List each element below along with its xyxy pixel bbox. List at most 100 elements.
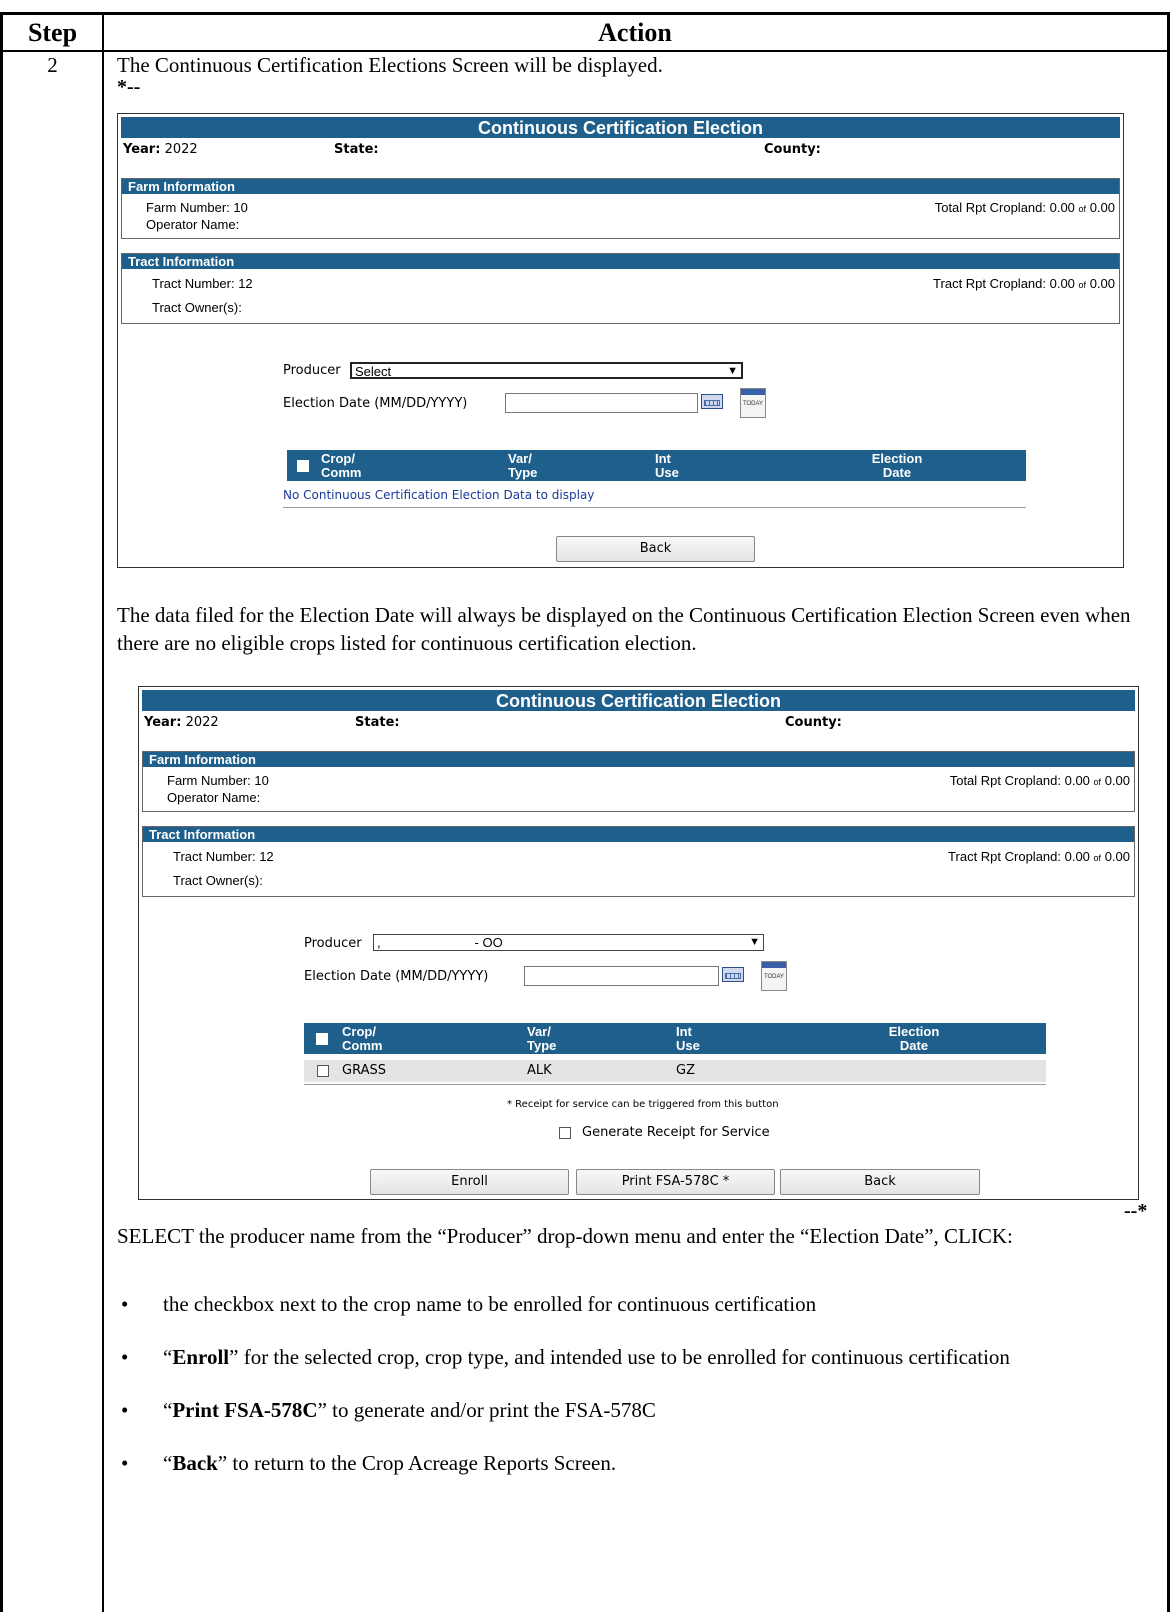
bullet-open-quote: “ xyxy=(163,1451,173,1475)
bullet-text: ” for the selected crop, crop type, and … xyxy=(229,1345,1010,1369)
bullet-enroll: “Enroll” for the selected crop, crop typ… xyxy=(117,1343,1147,1371)
operator-name: Operator Name: xyxy=(167,790,261,805)
total-rpt-cropland-total: 0.00 xyxy=(1104,773,1130,788)
generate-receipt-checkbox[interactable] xyxy=(559,1127,571,1139)
chevron-down-icon: ▼ xyxy=(749,936,760,948)
today-icon[interactable]: TODAY xyxy=(761,961,787,991)
col-date-line1: Election xyxy=(871,451,923,466)
enroll-button[interactable]: Enroll xyxy=(370,1169,569,1195)
col-var-line1: Var/ xyxy=(508,451,532,466)
grid-divider xyxy=(304,1084,1046,1085)
producer-label: Producer xyxy=(304,936,362,951)
screen-title: Continuous Certification Election xyxy=(142,690,1135,711)
tract-information-header: Tract Information xyxy=(143,827,1134,842)
bullet-print: “Print FSA-578C” to generate and/or prin… xyxy=(117,1396,1147,1424)
election-grid-header: Crop/Comm Var/Type Int Use Election Date xyxy=(304,1023,1046,1054)
select-all-checkbox[interactable] xyxy=(297,460,309,472)
screen-title: Continuous Certification Election xyxy=(121,117,1120,138)
tract-rpt-of: of xyxy=(1093,853,1102,863)
action-bullet-list: the checkbox next to the crop name to be… xyxy=(117,1290,1147,1477)
bullet-open-quote: “ xyxy=(163,1398,173,1422)
col-int-line1: Int xyxy=(676,1024,692,1039)
tract-rpt-cropland-total: 0.00 xyxy=(1089,276,1115,291)
col-date-line2: Date xyxy=(899,1038,929,1053)
back-button[interactable]: Back xyxy=(780,1169,980,1195)
col-var-type: Var/Type xyxy=(508,452,537,480)
bullet-bold-term: Back xyxy=(172,1451,218,1475)
total-rpt-cropland-label: Total Rpt Cropland: 0.00 xyxy=(934,200,1075,215)
generate-receipt-label: Generate Receipt for Service xyxy=(582,1125,770,1140)
bullet-open-quote: “ xyxy=(163,1345,173,1369)
today-icon[interactable]: TODAY xyxy=(740,388,766,418)
back-button[interactable]: Back xyxy=(556,536,755,562)
tract-rpt-cropland-label: Tract Rpt Cropland: 0.00 xyxy=(948,849,1090,864)
farm-information-header: Farm Information xyxy=(143,752,1134,767)
col-date-line1: Election xyxy=(888,1024,940,1039)
tract-information-section: Tract Information Tract Number: 12 Tract… xyxy=(142,826,1135,897)
tract-information-section: Tract Information Tract Number: 12 Tract… xyxy=(121,253,1120,324)
tract-rpt-of: of xyxy=(1078,280,1087,290)
bullet-text: ” to generate and/or print the FSA-578C xyxy=(317,1398,656,1422)
col-int-use: Int Use xyxy=(655,452,679,480)
tract-owners: Tract Owner(s): xyxy=(152,300,242,315)
col-var-line2: Type xyxy=(508,465,538,480)
total-rpt-cropland: Total Rpt Cropland: 0.00 of 0.00 xyxy=(935,200,1115,215)
col-crop-line2: Comm xyxy=(321,465,362,480)
year-value: 2022 xyxy=(185,715,219,730)
col-var-type: Var/Type xyxy=(527,1025,556,1053)
step-number: 2 xyxy=(47,53,58,77)
change-marker-end: --* xyxy=(1124,1200,1148,1222)
year-label: Year: xyxy=(144,715,182,730)
operator-name: Operator Name: xyxy=(146,217,240,232)
calendar-icon[interactable] xyxy=(722,967,744,982)
screenshot-with-crop: Continuous Certification Election Year: … xyxy=(138,686,1139,1200)
total-rpt-of: of xyxy=(1093,777,1102,787)
calendar-icon[interactable] xyxy=(701,394,723,409)
tract-rpt-cropland-label: Tract Rpt Cropland: 0.00 xyxy=(933,276,1075,291)
bullet-bold-term: Enroll xyxy=(172,1345,230,1369)
bullet-text: the checkbox next to the crop name to be… xyxy=(163,1292,817,1316)
farm-information-section: Farm Information Farm Number: 10 Operato… xyxy=(121,178,1120,239)
total-rpt-of: of xyxy=(1078,204,1087,214)
producer-label: Producer xyxy=(283,363,341,378)
bullet-text: ” to return to the Crop Acreage Reports … xyxy=(217,1451,617,1475)
tract-number: Tract Number: 12 xyxy=(152,276,253,291)
year-label: Year: xyxy=(123,142,161,157)
print-fsa-578c-button[interactable]: Print FSA-578C * xyxy=(576,1169,775,1195)
producer-select[interactable]: , - OO ▼ xyxy=(373,934,764,951)
select-all-checkbox[interactable] xyxy=(316,1033,328,1045)
producer-selected-value: Select xyxy=(355,364,392,379)
column-divider xyxy=(102,15,104,1612)
bullet-checkbox: the checkbox next to the crop name to be… xyxy=(117,1290,1147,1318)
col-crop-line2: Comm xyxy=(342,1038,383,1053)
election-grid-header: Crop/Comm Var/Type Int Use Election Date xyxy=(287,450,1026,481)
crop-row-checkbox[interactable] xyxy=(317,1065,329,1077)
state-label: State: xyxy=(355,715,400,730)
year-state-county-row: Year: 2022 State: County: xyxy=(142,713,1135,733)
col-int-line2: Use xyxy=(676,1038,700,1053)
election-date-input[interactable] xyxy=(505,393,698,413)
farm-number: Farm Number: 10 xyxy=(146,200,248,215)
col-int-line1: Int xyxy=(655,451,671,466)
col-var-line2: Type xyxy=(527,1038,557,1053)
tract-rpt-cropland: Tract Rpt Cropland: 0.00 of 0.00 xyxy=(933,276,1115,291)
table-row[interactable]: GRASS ALK GZ xyxy=(304,1060,1046,1082)
col-int-line2: Use xyxy=(655,465,679,480)
farm-number: Farm Number: 10 xyxy=(167,773,269,788)
col-var-line1: Var/ xyxy=(527,1024,551,1039)
tract-rpt-cropland: Tract Rpt Cropland: 0.00 of 0.00 xyxy=(948,849,1130,864)
int-use-cell: GZ xyxy=(676,1063,695,1078)
col-crop-line1: Crop/ xyxy=(342,1024,376,1039)
election-date-label: Election Date (MM/DD/YYYY) xyxy=(304,969,489,984)
instruction-text: SELECT the producer name from the “Produ… xyxy=(117,1224,1013,1248)
intro-text: The Continuous Certification Elections S… xyxy=(117,53,663,77)
var-type-cell: ALK xyxy=(527,1063,552,1078)
election-date-input[interactable] xyxy=(524,966,719,986)
farm-information-header: Farm Information xyxy=(122,179,1119,194)
producer-select[interactable]: Select ▼ xyxy=(350,362,743,379)
screenshot-no-data: Continuous Certification Election Year: … xyxy=(117,113,1124,568)
bullet-bold-term: Print FSA-578C xyxy=(172,1398,318,1422)
year-field: Year: 2022 xyxy=(123,142,198,157)
grid-divider xyxy=(283,507,1026,508)
state-label: State: xyxy=(334,142,379,157)
